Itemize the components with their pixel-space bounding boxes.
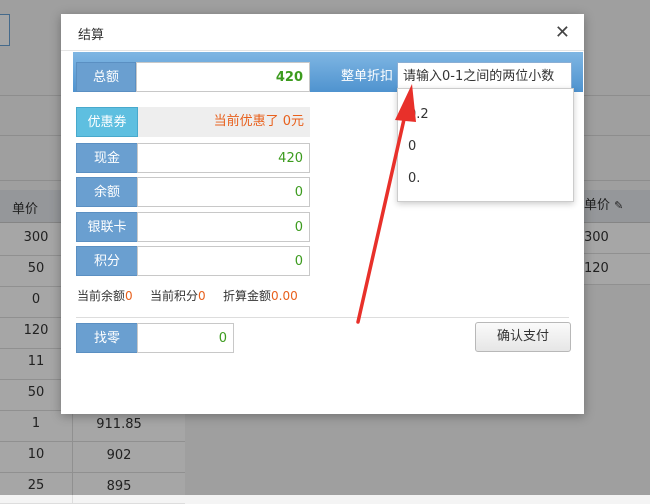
cash-label: 现金: [76, 143, 138, 173]
divider: [61, 50, 584, 51]
total-field[interactable]: 420: [136, 62, 310, 92]
points-input[interactable]: 0: [137, 246, 310, 276]
current-balance-label: 当前余额: [77, 289, 126, 303]
discount-label: 整单折扣: [340, 69, 393, 84]
current-balance-value: 0: [125, 289, 133, 303]
suggestion-item[interactable]: 0: [398, 131, 573, 163]
total-label: 总额: [76, 62, 136, 92]
dialog-title: 结算: [78, 28, 105, 43]
discount-amount-info: 折算金额0.00: [223, 287, 298, 304]
discount-amount-label: 折算金额: [223, 289, 272, 303]
discount-amount-value: 0.00: [271, 289, 298, 303]
balance-input[interactable]: 0: [137, 177, 310, 207]
coupon-discount-text: 当前优惠了 0元: [138, 107, 310, 137]
suggestion-item[interactable]: 0.: [398, 163, 573, 195]
current-points-info: 当前积分0: [150, 287, 206, 304]
coupon-button[interactable]: 优惠券: [76, 107, 138, 137]
current-points-label: 当前积分: [150, 289, 199, 303]
close-icon[interactable]: ✕: [555, 22, 570, 43]
current-balance-info: 当前余额0: [77, 287, 133, 304]
unionpay-input[interactable]: 0: [137, 212, 310, 242]
discount-suggestion-list: 0.2 0 0.: [397, 88, 574, 202]
cash-input[interactable]: 420: [137, 143, 310, 173]
suggestion-item[interactable]: 0.2: [398, 99, 573, 131]
divider: [76, 317, 569, 318]
change-field[interactable]: 0: [137, 323, 234, 353]
points-label: 积分: [76, 246, 138, 276]
change-label: 找零: [76, 323, 138, 353]
confirm-payment-button[interactable]: 确认支付: [475, 322, 571, 352]
balance-label: 余额: [76, 177, 138, 207]
current-points-value: 0: [198, 289, 206, 303]
unionpay-label: 银联卡: [76, 212, 138, 242]
checkout-dialog: 结算 ✕ 总额 420 整单折扣 请输入0-1之间的两位小数 优惠券 当前优惠了…: [61, 14, 584, 414]
